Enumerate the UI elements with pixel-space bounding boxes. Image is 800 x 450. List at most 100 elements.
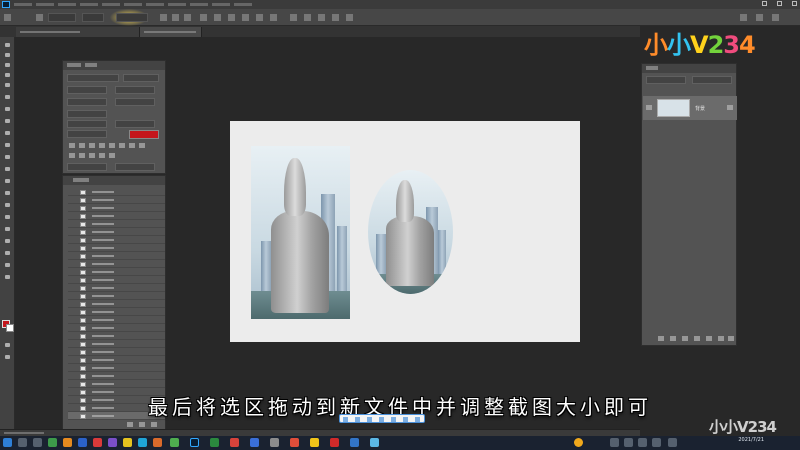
align-top-icon[interactable] bbox=[200, 14, 207, 21]
menu-item[interactable] bbox=[124, 3, 142, 6]
leading-field[interactable] bbox=[115, 86, 155, 94]
fx-icon[interactable] bbox=[670, 336, 676, 341]
auto-select-checkbox[interactable] bbox=[48, 13, 76, 22]
strikethrough-icon[interactable] bbox=[139, 143, 145, 148]
history-item[interactable] bbox=[68, 340, 165, 348]
app-icon[interactable] bbox=[370, 438, 379, 447]
menu-item[interactable] bbox=[36, 3, 54, 6]
tick-icon[interactable] bbox=[367, 417, 372, 422]
align-right-icon[interactable] bbox=[184, 14, 191, 21]
history-item[interactable] bbox=[68, 212, 165, 220]
menu-item[interactable] bbox=[234, 3, 252, 6]
search-icon[interactable] bbox=[18, 438, 27, 447]
app-icon[interactable] bbox=[48, 438, 57, 447]
history-item[interactable] bbox=[68, 196, 165, 204]
checkbox-icon[interactable] bbox=[36, 14, 43, 21]
baseline-shift-field[interactable] bbox=[67, 130, 107, 138]
move-tool-icon[interactable] bbox=[4, 14, 11, 21]
vertical-scale-field[interactable] bbox=[67, 120, 107, 128]
3d-roll-icon[interactable] bbox=[304, 14, 311, 21]
adjustment-icon[interactable] bbox=[694, 336, 700, 341]
history-item[interactable] bbox=[68, 260, 165, 268]
taskbar-clock[interactable]: 2021/7/21 bbox=[738, 437, 764, 443]
opentype-icon[interactable] bbox=[89, 153, 95, 158]
align-center-icon[interactable] bbox=[172, 14, 179, 21]
marquee-icon[interactable] bbox=[3, 51, 12, 59]
menu-item[interactable] bbox=[168, 3, 186, 6]
app-icon[interactable] bbox=[330, 438, 339, 447]
distribute-icon[interactable] bbox=[242, 14, 249, 21]
align-left-icon[interactable] bbox=[160, 14, 167, 21]
brush-icon[interactable] bbox=[3, 117, 12, 125]
history-item[interactable] bbox=[68, 308, 165, 316]
blend-mode-dropdown[interactable] bbox=[646, 76, 686, 84]
pen-icon[interactable] bbox=[343, 417, 348, 422]
app-icon[interactable] bbox=[310, 438, 319, 447]
distribute-icon[interactable] bbox=[270, 14, 277, 21]
opentype-icon[interactable] bbox=[99, 153, 105, 158]
app-icon[interactable] bbox=[108, 438, 117, 447]
clone-stamp-icon[interactable] bbox=[3, 129, 12, 137]
history-item[interactable] bbox=[68, 252, 165, 260]
minimize-icon[interactable] bbox=[762, 1, 767, 6]
tab-paragraph[interactable] bbox=[85, 63, 97, 67]
ime-icon[interactable] bbox=[668, 438, 677, 447]
shape-icon[interactable] bbox=[3, 237, 12, 245]
chrome-icon[interactable] bbox=[170, 438, 179, 447]
type-icon[interactable] bbox=[3, 213, 12, 221]
history-item[interactable] bbox=[68, 316, 165, 324]
history-item[interactable] bbox=[68, 236, 165, 244]
eye-icon[interactable] bbox=[646, 105, 652, 110]
eraser-icon[interactable] bbox=[3, 153, 12, 161]
menu-item[interactable] bbox=[212, 3, 230, 6]
menu-item[interactable] bbox=[102, 3, 120, 6]
search-icon[interactable] bbox=[740, 14, 747, 21]
opentype-icon[interactable] bbox=[69, 153, 75, 158]
history-item[interactable] bbox=[68, 324, 165, 332]
app-icon[interactable] bbox=[63, 438, 72, 447]
anti-alias-dropdown[interactable] bbox=[115, 163, 155, 171]
distribute-icon[interactable] bbox=[256, 14, 263, 21]
history-item[interactable] bbox=[68, 268, 165, 276]
more-tools-icon[interactable] bbox=[3, 273, 12, 281]
wechat-icon[interactable] bbox=[210, 438, 219, 447]
app-icon[interactable] bbox=[138, 438, 147, 447]
blur-icon[interactable] bbox=[3, 177, 12, 185]
scaling-field[interactable] bbox=[67, 110, 107, 118]
app-icon[interactable] bbox=[123, 438, 132, 447]
layer-row-background[interactable]: 背景 bbox=[643, 96, 737, 120]
link-icon[interactable] bbox=[658, 336, 664, 341]
history-item[interactable] bbox=[68, 292, 165, 300]
history-item[interactable] bbox=[68, 348, 165, 356]
workspace-icon[interactable] bbox=[756, 14, 763, 21]
font-style-dropdown[interactable] bbox=[123, 74, 159, 82]
lock-icon[interactable] bbox=[727, 105, 733, 110]
app-icon[interactable] bbox=[290, 438, 299, 447]
underline-icon[interactable] bbox=[129, 143, 135, 148]
task-view-icon[interactable] bbox=[33, 438, 42, 447]
font-size-field[interactable] bbox=[67, 86, 107, 94]
windows-start-icon[interactable] bbox=[3, 438, 12, 447]
quick-select-icon[interactable] bbox=[3, 71, 12, 79]
show-transform-controls-checkbox[interactable] bbox=[116, 13, 148, 22]
copy-icon[interactable] bbox=[391, 417, 396, 422]
oval-selection-photo[interactable] bbox=[368, 170, 453, 294]
lasso-icon[interactable] bbox=[3, 61, 12, 69]
move-icon[interactable] bbox=[3, 41, 12, 49]
history-item[interactable] bbox=[68, 188, 165, 196]
hand-icon[interactable] bbox=[3, 249, 12, 257]
dodge-icon[interactable] bbox=[3, 189, 12, 197]
history-item[interactable] bbox=[68, 228, 165, 236]
font-family-dropdown[interactable] bbox=[67, 74, 119, 82]
history-item[interactable] bbox=[68, 332, 165, 340]
weather-icon[interactable] bbox=[574, 438, 583, 447]
network-icon[interactable] bbox=[638, 438, 647, 447]
tab-layers[interactable] bbox=[646, 66, 658, 70]
document-canvas[interactable] bbox=[230, 121, 580, 342]
superscript-icon[interactable] bbox=[109, 143, 115, 148]
app-icon[interactable] bbox=[250, 438, 259, 447]
app-icon[interactable] bbox=[153, 438, 162, 447]
app-icon[interactable] bbox=[78, 438, 87, 447]
3d-scale-icon[interactable] bbox=[346, 14, 353, 21]
app-icon[interactable] bbox=[350, 438, 359, 447]
